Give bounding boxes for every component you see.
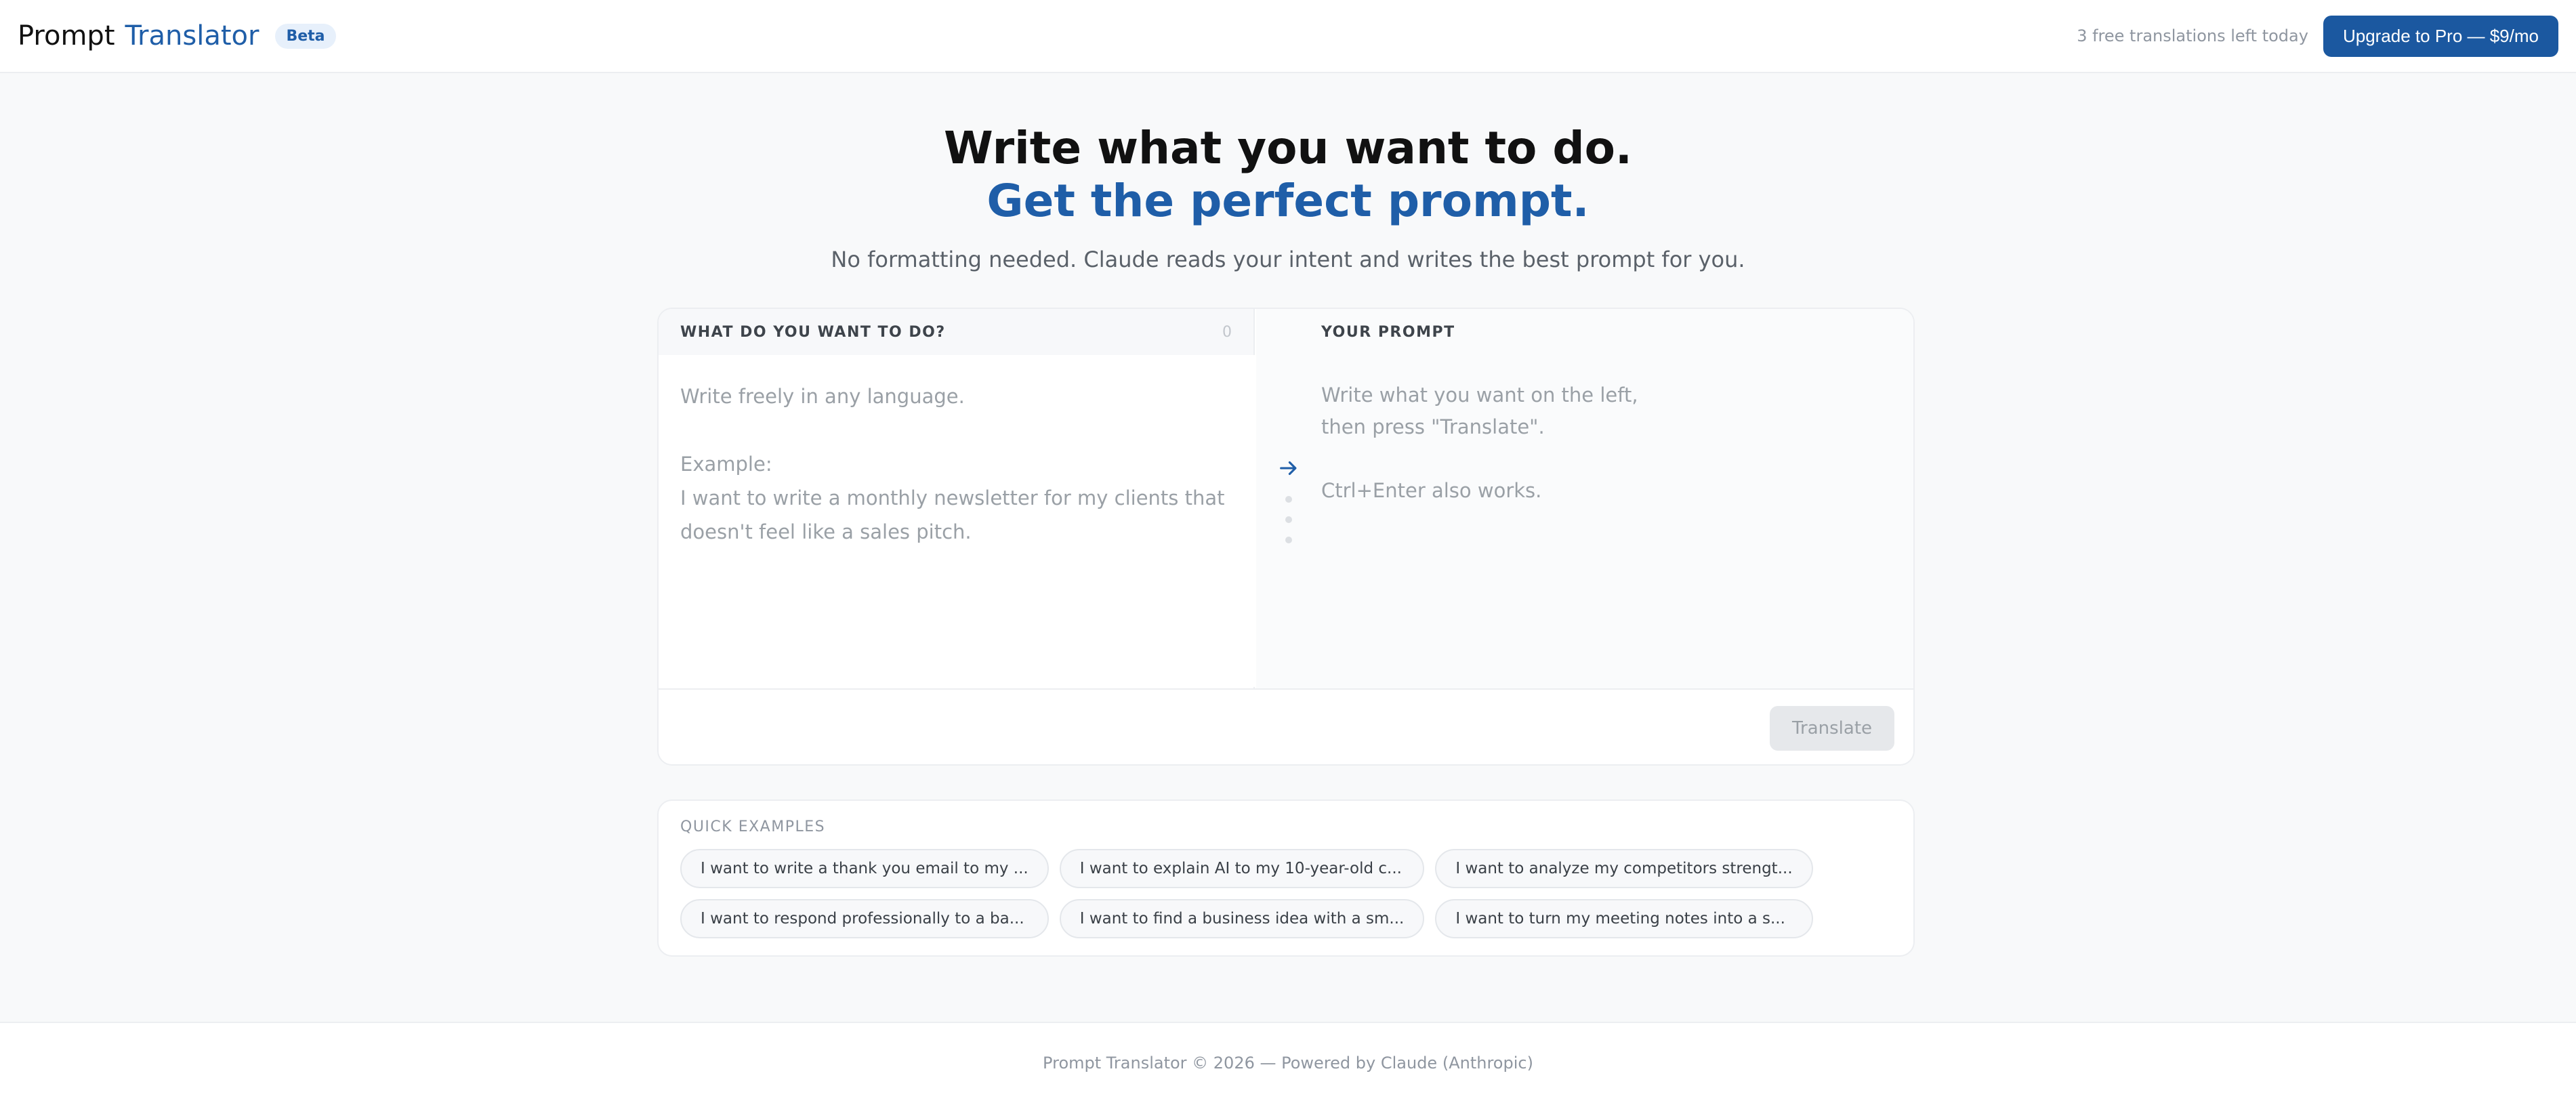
output-placeholder: Write what you want on the left, then pr… [1321, 383, 1638, 502]
footer: Prompt Translator © 2026 — Powered by Cl… [0, 1022, 2576, 1103]
progress-dot [1285, 537, 1292, 543]
example-chip[interactable]: I want to explain AI to my 10-year-old c… [1059, 849, 1425, 888]
progress-dot [1285, 496, 1292, 503]
beta-badge: Beta [275, 23, 336, 49]
example-chip[interactable]: I want to analyze my competitors strengt… [1435, 849, 1813, 888]
intent-input[interactable] [659, 355, 1255, 687]
input-label: WHAT DO YOU WANT TO DO? [680, 323, 946, 341]
progress-dot [1285, 516, 1292, 523]
char-count: 0 [1222, 323, 1232, 341]
input-pane: WHAT DO YOU WANT TO DO? 0 [659, 309, 1255, 688]
output-label: YOUR PROMPT [1321, 323, 1455, 341]
translate-direction [1256, 309, 1321, 688]
hero-title-accent: Get the perfect prompt. [986, 175, 1590, 227]
upgrade-button[interactable]: Upgrade to Pro — $9/mo [2323, 15, 2558, 57]
translate-button[interactable]: Translate [1770, 706, 1894, 751]
input-pane-header: WHAT DO YOU WANT TO DO? 0 [659, 309, 1253, 355]
output-pane-header: YOUR PROMPT [1321, 309, 1913, 355]
translator-card: WHAT DO YOU WANT TO DO? 0 YOUR PROMPT Wr… [657, 308, 1915, 766]
free-quota-text: 3 free translations left today [2077, 26, 2308, 45]
hero-subtitle: No formatting needed. Claude reads your … [831, 247, 1745, 272]
hero-title: Write what you want to do. [943, 122, 1632, 174]
quick-examples-card: QUICK EXAMPLES I want to write a thank y… [657, 799, 1915, 957]
example-chip[interactable]: I want to turn my meeting notes into a s… [1435, 899, 1813, 938]
example-chip[interactable]: I want to respond professionally to a ba… [680, 899, 1049, 938]
header-actions: 3 free translations left today Upgrade t… [2077, 15, 2558, 57]
brand[interactable]: Prompt Translator Beta [18, 20, 336, 51]
quick-examples-label: QUICK EXAMPLES [680, 818, 826, 835]
example-chip[interactable]: I want to find a business idea with a sm… [1059, 899, 1425, 938]
action-bar: Translate [659, 688, 1913, 764]
hero: Write what you want to do. Get the perfe… [0, 122, 2576, 272]
output-pane: YOUR PROMPT Write what you want on the l… [1321, 309, 1913, 688]
brand-name-translator: Translator [125, 20, 259, 51]
example-chip[interactable]: I want to write a thank you email to my … [680, 849, 1049, 888]
footer-text: Prompt Translator © 2026 — Powered by Cl… [1043, 1054, 1533, 1073]
arrow-right-icon [1280, 461, 1297, 476]
brand-name-prompt: Prompt [18, 20, 115, 51]
top-bar: Prompt Translator Beta 3 free translatio… [0, 0, 2576, 73]
example-chips: I want to write a thank you email to my … [680, 849, 1892, 938]
